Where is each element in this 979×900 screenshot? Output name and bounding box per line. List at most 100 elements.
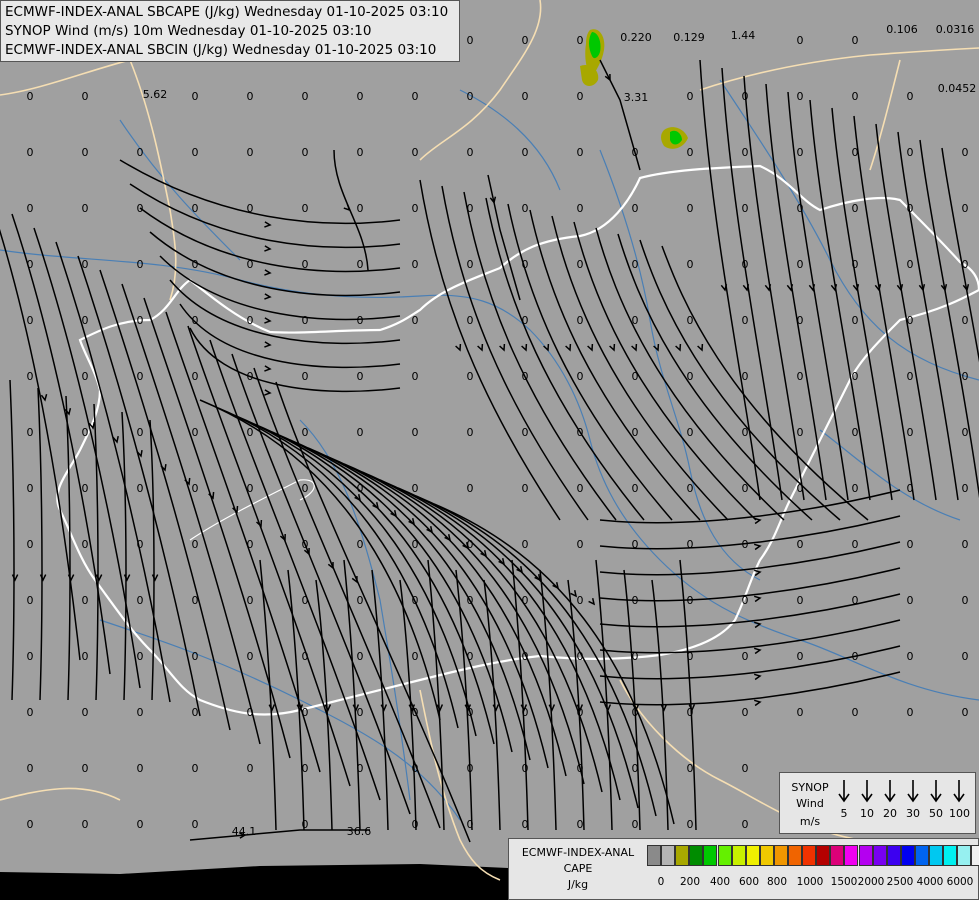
cin-value-label: 0 — [247, 706, 254, 719]
cin-value-label: 0 — [82, 594, 89, 607]
cin-value-label: 0 — [467, 258, 474, 271]
cape-swatch — [858, 845, 873, 866]
cin-value-label: 0 — [27, 482, 34, 495]
cin-value-label: 0 — [192, 426, 199, 439]
cin-value-label: 0 — [962, 314, 969, 327]
cape-scale-label: 2500 — [886, 876, 914, 888]
cin-value-label: 0 — [27, 314, 34, 327]
cin-value-label: 0 — [522, 538, 529, 551]
cin-value-label: 0 — [137, 650, 144, 663]
cin-value-label: 0 — [412, 818, 419, 831]
cin-value-label: 0 — [632, 202, 639, 215]
cin-value-label: 0 — [577, 482, 584, 495]
cin-value-label: 0 — [907, 370, 914, 383]
cin-value-label: 0 — [797, 202, 804, 215]
cin-value-label: 0 — [412, 90, 419, 103]
cin-value-label: 0 — [907, 538, 914, 551]
weather-map[interactable]: 0.220 0.129 1.44 0.106 0.0316 5.62 3.31 0.0452 4… — [0, 0, 979, 900]
cape-swatch — [773, 845, 788, 866]
cin-value-label: 0 — [467, 818, 474, 831]
cin-value-label: 0 — [632, 258, 639, 271]
cin-value-label: 0 — [797, 314, 804, 327]
cin-value-label: 0 — [522, 34, 529, 47]
map-background — [0, 0, 979, 900]
cin-value-label: 0 — [797, 706, 804, 719]
cin-value-label: 0 — [192, 314, 199, 327]
cin-value-label: 0 — [577, 314, 584, 327]
cin-value-label: 0 — [247, 314, 254, 327]
cin-value-label: 0 — [137, 538, 144, 551]
cin-value-label: 0 — [82, 818, 89, 831]
cin-value-label: 0 — [302, 314, 309, 327]
cin-value-label: 0 — [247, 90, 254, 103]
cin-value-label: 0 — [27, 762, 34, 775]
cin-value-label: 0 — [687, 482, 694, 495]
cin-value-label: 0 — [412, 650, 419, 663]
cin-value-label: 0 — [82, 650, 89, 663]
cape-legend-line-3: J/kg — [567, 878, 589, 891]
down-arrow-icon — [930, 780, 942, 803]
cin-value-label: 0 — [742, 706, 749, 719]
cin-value-label: 0 — [82, 314, 89, 327]
cin-value-label: 0 — [137, 594, 144, 607]
cape-swatch — [844, 845, 859, 866]
cin-value-label: 0 — [742, 370, 749, 383]
cin-value-label: 0 — [852, 482, 859, 495]
cin-value-label: 0 — [27, 258, 34, 271]
cin-value-label: 0 — [797, 258, 804, 271]
cin-value-label: 0 — [632, 594, 639, 607]
cin-value-label: 0 — [82, 258, 89, 271]
cin-value-label: 0 — [522, 258, 529, 271]
cin-value-label: 0 — [797, 146, 804, 159]
cin-value-label: 0 — [247, 482, 254, 495]
cin-value-label: 0 — [302, 426, 309, 439]
cape-scale-label: 1000 — [796, 876, 824, 888]
cin-value-label: 0 — [27, 818, 34, 831]
cape-scale-label: 0 — [657, 876, 665, 888]
cin-value-label: 0 — [27, 90, 34, 103]
cin-value-label: 0 — [632, 762, 639, 775]
cin-value-label: 0 — [412, 538, 419, 551]
cin-value-label: 0 — [192, 482, 199, 495]
synop-arrow-30: 30 — [903, 779, 923, 820]
cin-value-label: 0 — [797, 370, 804, 383]
cin-value-label: 0 — [412, 706, 419, 719]
cin-value-label: 0 — [577, 258, 584, 271]
cin-value-label: 0 — [577, 90, 584, 103]
cin-value-label: 0 — [632, 818, 639, 831]
title-line-sbcape: ECMWF-INDEX-ANAL SBCAPE (J/kg) Wednesday… — [5, 4, 449, 20]
synop-speed-label: 30 — [906, 807, 920, 820]
cin-value-label: 0 — [137, 202, 144, 215]
cin-value-label: 0 — [522, 90, 529, 103]
title-line-sbcin: ECMWF-INDEX-ANAL SBCIN (J/kg) Wednesday … — [5, 42, 437, 58]
map-stage: 0.220 0.129 1.44 0.106 0.0316 5.62 3.31 0.0452 4… — [0, 0, 979, 900]
cin-value-label: 0 — [302, 650, 309, 663]
cin-value-label: 0.106 — [886, 23, 918, 36]
cin-value-label: 0 — [467, 538, 474, 551]
cin-value-label: 0 — [27, 706, 34, 719]
cin-value-label: 0 — [27, 538, 34, 551]
cin-value-label: 0 — [962, 146, 969, 159]
cin-value-label: 0 — [467, 706, 474, 719]
cin-value-label: 0 — [852, 202, 859, 215]
cin-value-label: 0 — [82, 146, 89, 159]
cin-value-label: 0 — [742, 538, 749, 551]
cin-value-label: 0 — [247, 202, 254, 215]
cin-value-label: 0 — [247, 538, 254, 551]
cin-value-label: 0 — [302, 90, 309, 103]
cin-value-label: 0.129 — [673, 31, 705, 44]
cin-value-label: 0 — [412, 370, 419, 383]
cin-value-label: 0 — [687, 818, 694, 831]
cape-swatch — [731, 845, 746, 866]
cin-value-label: 0 — [137, 818, 144, 831]
cin-value-label: 0 — [907, 258, 914, 271]
cin-value-label: 0 — [632, 538, 639, 551]
cin-value-label: 0 — [797, 426, 804, 439]
cin-value-label: 0 — [302, 146, 309, 159]
cin-value-label: 0 — [302, 762, 309, 775]
cin-value-label: 0 — [467, 482, 474, 495]
cape-scale-label: 200 — [679, 876, 701, 888]
cape-swatch — [830, 845, 845, 866]
cin-value-label: 0 — [577, 818, 584, 831]
synop-arrow-20: 20 — [880, 779, 900, 820]
